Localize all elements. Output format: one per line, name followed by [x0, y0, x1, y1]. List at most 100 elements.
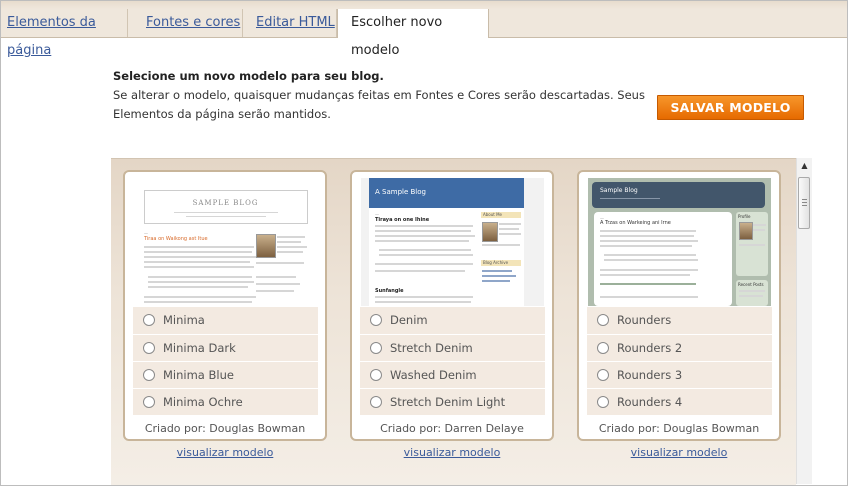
- template-thumbnail[interactable]: Sample Blog — A Trzas on Warkeing ani Ir…: [588, 178, 771, 306]
- template-option-rounders-3[interactable]: Rounders 3: [587, 361, 772, 389]
- scrollbar-thumb[interactable]: [798, 177, 810, 229]
- thumb-side-heading: About Me: [483, 212, 503, 217]
- thumb-line: [482, 270, 512, 272]
- template-thumbnail[interactable]: SAMPLE BLOG — Tiraa on Waikong ast Itue: [134, 178, 317, 306]
- template-option-stretch-denim-light[interactable]: Stretch Denim Light: [360, 388, 545, 416]
- radio-icon[interactable]: [370, 314, 382, 326]
- radio-icon[interactable]: [597, 314, 609, 326]
- thumb-line: [256, 283, 300, 285]
- tab-page-elements[interactable]: Elementos da página: [1, 9, 128, 58]
- thumb-line: [144, 256, 256, 258]
- thumb-line: [739, 295, 763, 297]
- thumb-line: [499, 233, 521, 235]
- template-option-rounders-4[interactable]: Rounders 4: [587, 388, 772, 416]
- thumb-line: [739, 244, 765, 246]
- template-option-rounders[interactable]: Rounders: [587, 307, 772, 334]
- radio-icon[interactable]: [143, 369, 155, 381]
- thumb-line: [148, 276, 252, 278]
- thumb-line: [379, 254, 473, 256]
- radio-icon[interactable]: [597, 396, 609, 408]
- thumb-line: [144, 266, 254, 268]
- intro-text: Selecione um novo modelo para seu blog. …: [113, 67, 653, 124]
- thumb-line: [144, 246, 254, 248]
- radio-icon[interactable]: [370, 369, 382, 381]
- thumb-post-title: Tiraya on one Ihine: [375, 217, 430, 223]
- radio-icon[interactable]: [370, 342, 382, 354]
- grip-line: [802, 199, 807, 200]
- template-option-rounders-2[interactable]: Rounders 2: [587, 334, 772, 362]
- radio-icon[interactable]: [143, 342, 155, 354]
- tab-edit-html[interactable]: Editar HTML: [250, 9, 337, 37]
- option-label: Minima Blue: [163, 368, 234, 382]
- template-options: Denim Stretch Denim Washed Denim Stretch…: [360, 307, 545, 415]
- thumb-line: [600, 274, 690, 276]
- thumb-line: [482, 275, 516, 277]
- avatar: [482, 222, 498, 242]
- thumb-line: [753, 224, 766, 226]
- thumb-side-heading: Profile: [738, 214, 751, 219]
- thumb-line: [277, 241, 301, 243]
- thumb-line: [375, 240, 469, 242]
- template-card-minima: SAMPLE BLOG — Tiraa on Waikong ast Itue …: [123, 170, 327, 441]
- thumb-header-bar: [592, 182, 765, 208]
- template-thumbnail[interactable]: A Sample Blog — Tiraya on one Ihine Sunf…: [361, 178, 544, 306]
- template-option-minima[interactable]: Minima: [133, 307, 318, 334]
- thumb-blog-title: A Sample Blog: [375, 188, 426, 196]
- thumb-line: [482, 280, 510, 282]
- vertical-scrollbar[interactable]: ▲: [796, 158, 812, 484]
- thumb-post-title: Tiraa on Waikong ast Itue: [144, 236, 208, 242]
- thumb-line: [277, 236, 305, 238]
- template-option-denim[interactable]: Denim: [360, 307, 545, 334]
- thumb-line: [753, 229, 765, 231]
- preview-template-link[interactable]: visualizar modelo: [577, 446, 781, 459]
- thumb-line: [600, 198, 660, 199]
- option-label: Stretch Denim: [390, 341, 473, 355]
- thumb-blog-title: SAMPLE BLOG: [192, 199, 259, 207]
- thumb-line: [277, 246, 307, 248]
- radio-icon[interactable]: [143, 396, 155, 408]
- thumb-post-title: A Trzas on Warkeing ani Irne: [600, 220, 671, 226]
- scroll-up-icon[interactable]: ▲: [797, 158, 812, 173]
- tab-fonts-colors[interactable]: Fontes e cores: [140, 9, 243, 37]
- thumb-line: [604, 254, 696, 256]
- thumb-side-heading: Blog Archive: [483, 260, 509, 265]
- thumb-line: [256, 290, 294, 292]
- preview-template-link[interactable]: visualizar modelo: [350, 446, 554, 459]
- thumb-section-title: Sunfangle: [375, 288, 404, 294]
- thumb-blog-title: Sample Blog: [600, 187, 638, 194]
- template-option-minima-dark[interactable]: Minima Dark: [133, 334, 318, 362]
- option-label: Rounders: [617, 313, 672, 327]
- thumb-line: [375, 263, 473, 265]
- intro-note: Elementos da página serão mantidos.: [113, 107, 331, 121]
- thumb-line: [148, 281, 254, 283]
- option-label: Minima: [163, 313, 205, 327]
- template-option-washed-denim[interactable]: Washed Denim: [360, 361, 545, 389]
- thumb-line: [600, 296, 698, 298]
- tab-choose-template[interactable]: Escolher novo modelo: [337, 9, 489, 58]
- preview-template-link[interactable]: visualizar modelo: [123, 446, 327, 459]
- option-label: Rounders 3: [617, 368, 683, 382]
- thumb-line: [600, 230, 696, 232]
- thumb-line: [174, 212, 278, 213]
- tab-bar: Elementos da página Fontes e cores Edita…: [1, 9, 847, 58]
- template-option-minima-blue[interactable]: Minima Blue: [133, 361, 318, 389]
- radio-icon[interactable]: [143, 314, 155, 326]
- thumb-line: [256, 262, 304, 264]
- thumb-line: [375, 301, 471, 303]
- grip-line: [802, 202, 807, 203]
- thumb-line: [499, 223, 521, 225]
- template-author: Criado por: Douglas Bowman: [598, 422, 760, 435]
- option-label: Minima Ochre: [163, 395, 243, 409]
- template-option-minima-ochre[interactable]: Minima Ochre: [133, 388, 318, 416]
- thumb-line: [144, 296, 256, 298]
- radio-icon[interactable]: [597, 342, 609, 354]
- save-template-button[interactable]: SALVAR MODELO: [657, 95, 804, 120]
- thumb-line: [148, 286, 248, 288]
- template-option-stretch-denim[interactable]: Stretch Denim: [360, 334, 545, 362]
- intro-warning: Se alterar o modelo, quaisquer mudanças …: [113, 88, 645, 102]
- option-label: Rounders 2: [617, 341, 683, 355]
- radio-icon[interactable]: [597, 369, 609, 381]
- template-card-rounders: Sample Blog — A Trzas on Warkeing ani Ir…: [577, 170, 781, 441]
- radio-icon[interactable]: [370, 396, 382, 408]
- top-strip: [1, 1, 847, 9]
